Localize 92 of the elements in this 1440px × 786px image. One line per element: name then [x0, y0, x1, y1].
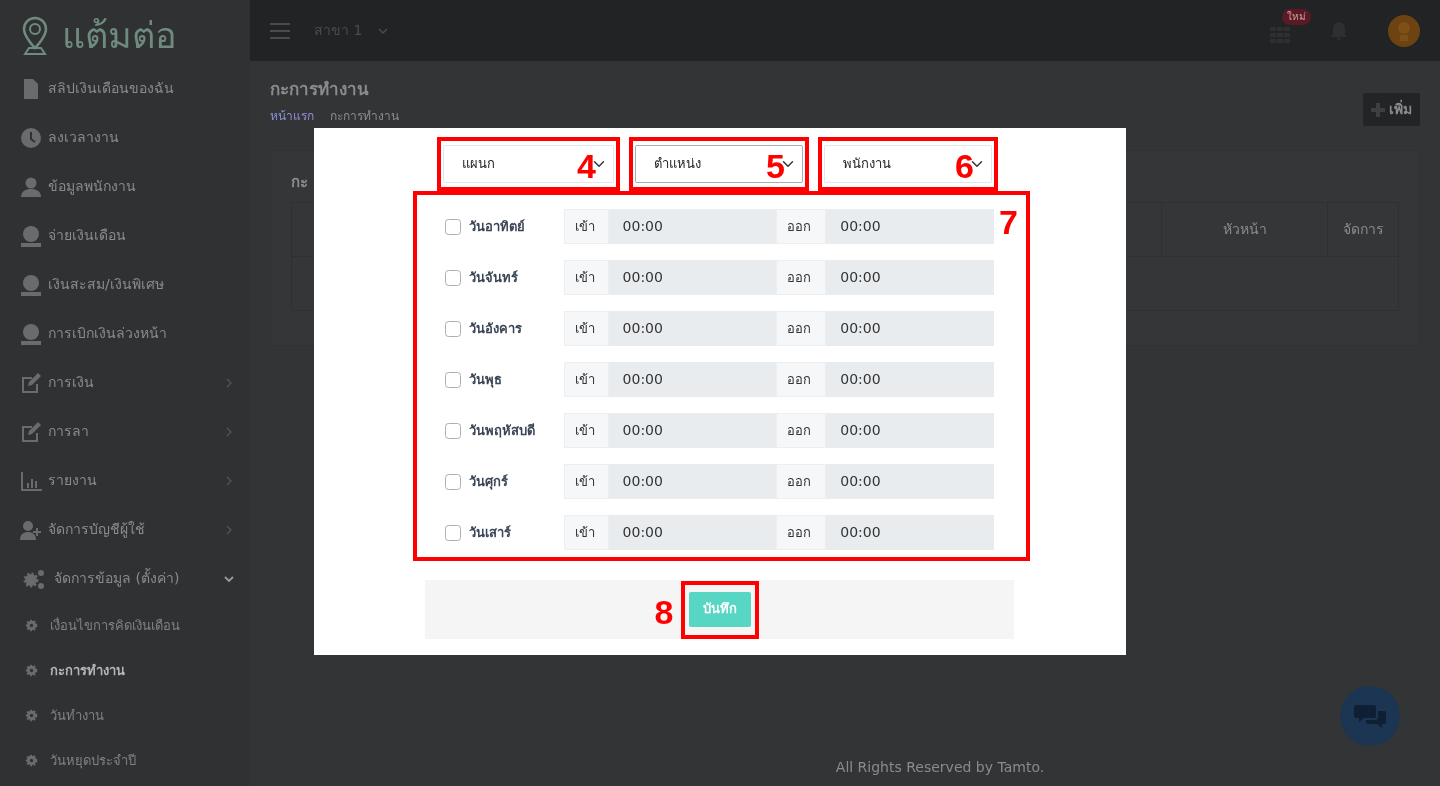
- time-field[interactable]: 00:00: [608, 362, 777, 397]
- sidebar-subitem[interactable]: วันหยุดประจำปี: [0, 738, 250, 783]
- annotation-number: 5: [766, 149, 785, 183]
- gear-icon: [25, 619, 38, 632]
- time-field[interactable]: 00:00: [608, 515, 777, 550]
- apps-badge: ใหม่: [1282, 8, 1311, 25]
- edit-icon: [20, 371, 42, 394]
- time-field[interactable]: 00:00: [826, 311, 994, 346]
- sidebar-subitem[interactable]: กะการทำงาน: [0, 648, 250, 693]
- time-field[interactable]: 00:00: [608, 209, 777, 244]
- annotation-number: 6: [955, 149, 974, 183]
- day-label: วันเสาร์: [469, 523, 512, 542]
- input-addon: ออก: [776, 515, 827, 550]
- day-label: วันพฤหัสบดี: [469, 421, 536, 440]
- plus-icon: [1371, 102, 1385, 117]
- input-addon: เข้า: [563, 362, 609, 397]
- column-header: จัดการ: [1327, 202, 1399, 256]
- input-addon: ออก: [776, 413, 827, 448]
- gear-icon: [25, 664, 38, 677]
- input-addon: เข้า: [563, 260, 609, 295]
- sidebar-item[interactable]: จ่ายเงินเดือน: [0, 211, 250, 260]
- apps-icon[interactable]: [1270, 26, 1290, 43]
- time-field[interactable]: 00:00: [608, 311, 777, 346]
- checkbox[interactable]: [445, 269, 461, 286]
- annotation-number: 4: [577, 149, 596, 183]
- menu-icon[interactable]: [270, 22, 290, 39]
- column-header: หัวหน้า: [1161, 202, 1328, 256]
- day-label: วันศุกร์: [469, 472, 509, 492]
- coin-user-icon: [20, 273, 42, 296]
- caret-icon: [378, 26, 389, 35]
- input-addon: เข้า: [563, 209, 609, 244]
- checkbox[interactable]: [445, 320, 461, 337]
- logo-text: แต้มต่อ: [62, 18, 177, 54]
- chart-icon: [20, 469, 42, 492]
- sidebar-item[interactable]: เงินสะสม/เงินพิเศษ: [0, 260, 250, 309]
- sidebar-item[interactable]: จัดการข้อมูล (ตั้งค่า): [0, 554, 250, 603]
- time-field[interactable]: 00:00: [826, 413, 994, 448]
- input-addon: เข้า: [563, 464, 609, 499]
- logo-icon: [22, 16, 48, 56]
- coin-user-icon: [20, 322, 42, 345]
- input-addon: ออก: [776, 464, 827, 499]
- checkbox[interactable]: [445, 371, 461, 388]
- sidebar-subitem[interactable]: วันทำงาน: [0, 693, 250, 738]
- sidebar-item[interactable]: ข้อมูลพนักงาน: [0, 162, 250, 211]
- clock-icon: [20, 126, 42, 149]
- time-field[interactable]: 00:00: [826, 209, 994, 244]
- checkbox[interactable]: [445, 473, 461, 490]
- annotation-number: 8: [654, 594, 674, 629]
- gear-icon: [25, 709, 38, 722]
- add-button[interactable]: เพิ่ม: [1363, 93, 1420, 126]
- day-label: วันจันทร์: [469, 268, 519, 287]
- time-field[interactable]: 00:00: [608, 464, 777, 499]
- time-field[interactable]: 00:00: [826, 464, 994, 499]
- input-addon: ออก: [776, 311, 827, 346]
- avatar[interactable]: [1388, 14, 1420, 47]
- breadcrumb-current: กะการทำงาน: [330, 107, 399, 125]
- input-addon: ออก: [776, 209, 827, 244]
- sidebar-item[interactable]: การเงิน: [0, 358, 250, 407]
- day-label: วันอังคาร: [469, 319, 523, 338]
- sidebar-subitem[interactable]: เงื่อนไขการคิดเงินเดือน: [0, 603, 250, 648]
- chat-icon: [1354, 702, 1386, 730]
- user-plus-icon: [20, 518, 42, 541]
- input-addon: เข้า: [563, 515, 609, 550]
- input-addon: เข้า: [563, 413, 609, 448]
- checkbox[interactable]: [445, 422, 461, 439]
- checkbox[interactable]: [445, 218, 461, 235]
- page-title: กะการทำงาน: [270, 78, 370, 101]
- sidebar-item[interactable]: สลิปเงินเดือนของฉัน: [0, 64, 250, 113]
- gear-icon: [25, 754, 38, 767]
- sidebar-item[interactable]: การลา: [0, 407, 250, 456]
- day-label: วันอาทิตย์: [469, 217, 526, 236]
- time-field[interactable]: 00:00: [826, 515, 994, 550]
- user-icon: [20, 175, 42, 198]
- input-addon: เข้า: [563, 311, 609, 346]
- time-field[interactable]: 00:00: [608, 260, 777, 295]
- day-label: วันพุธ: [469, 370, 503, 390]
- sidebar-item[interactable]: ลงเวลางาน: [0, 113, 250, 162]
- sidebar-item[interactable]: จัดการบัญชีผู้ใช้: [0, 505, 250, 554]
- coin-user-icon: [20, 224, 42, 247]
- input-addon: ออก: [776, 260, 827, 295]
- annotation-number: 7: [999, 205, 1018, 239]
- card-title: กะ: [291, 172, 309, 193]
- time-field[interactable]: 00:00: [826, 362, 994, 397]
- time-field[interactable]: 00:00: [826, 260, 994, 295]
- edit-icon: [20, 420, 42, 443]
- input-addon: ออก: [776, 362, 827, 397]
- checkbox[interactable]: [445, 524, 461, 541]
- footer-text: All Rights Reserved by Tamto.: [835, 759, 1045, 775]
- time-field[interactable]: 00:00: [608, 413, 777, 448]
- sidebar-item[interactable]: รายงาน: [0, 456, 250, 505]
- sidebar-item[interactable]: การเบิกเงินล่วงหน้า: [0, 309, 250, 358]
- breadcrumb-link[interactable]: หน้าแรก: [270, 106, 314, 125]
